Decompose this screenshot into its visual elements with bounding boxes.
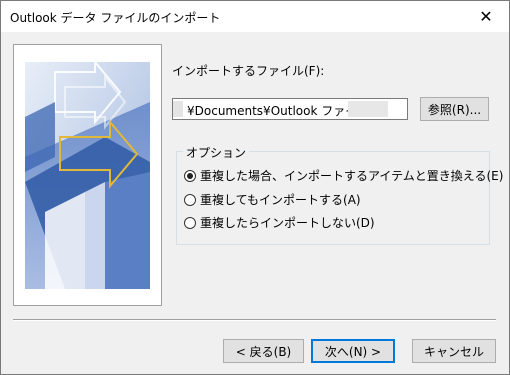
option-allow-duplicates-label: 重複してもインポートする(A) <box>200 193 361 207</box>
file-path-input[interactable]: ¥Documents¥Outlook ファイル¥ <box>172 98 408 120</box>
back-button[interactable]: < 戻る(B) <box>223 339 304 363</box>
option-replace-label: 重複した場合、インポートするアイテムと置き換える(E) <box>200 169 504 183</box>
option-skip-duplicates-label: 重複したらインポートしない(D) <box>200 216 375 230</box>
window-title: Outlook データ ファイルのインポート <box>10 11 221 25</box>
close-icon[interactable]: ✕ <box>463 1 509 32</box>
wizard-graphic <box>13 44 162 306</box>
browse-button[interactable]: 参照(R)... <box>420 97 489 121</box>
radio-skip-duplicates[interactable] <box>184 216 196 229</box>
option-allow-duplicates[interactable]: 重複してもインポートする(A) <box>184 191 361 208</box>
file-label: インポートするファイル(F): <box>172 64 325 78</box>
footer-separator <box>13 319 496 321</box>
next-button[interactable]: 次へ(N) > <box>311 339 395 363</box>
cancel-button[interactable]: キャンセル <box>412 339 496 363</box>
redacted-filename <box>348 101 388 117</box>
options-group-title: オプション <box>183 144 250 161</box>
radio-replace[interactable] <box>184 169 196 182</box>
import-dialog: Outlook データ ファイルのインポート ✕ インポートするファイル(F):… <box>0 0 510 375</box>
redacted-prefix <box>173 101 183 117</box>
title-bar: Outlook データ ファイルのインポート ✕ <box>1 1 509 32</box>
option-replace[interactable]: 重複した場合、インポートするアイテムと置き換える(E) <box>184 167 503 184</box>
radio-allow-duplicates[interactable] <box>184 193 196 206</box>
wizard-illustration <box>25 62 150 289</box>
option-skip-duplicates[interactable]: 重複したらインポートしない(D) <box>184 214 375 231</box>
